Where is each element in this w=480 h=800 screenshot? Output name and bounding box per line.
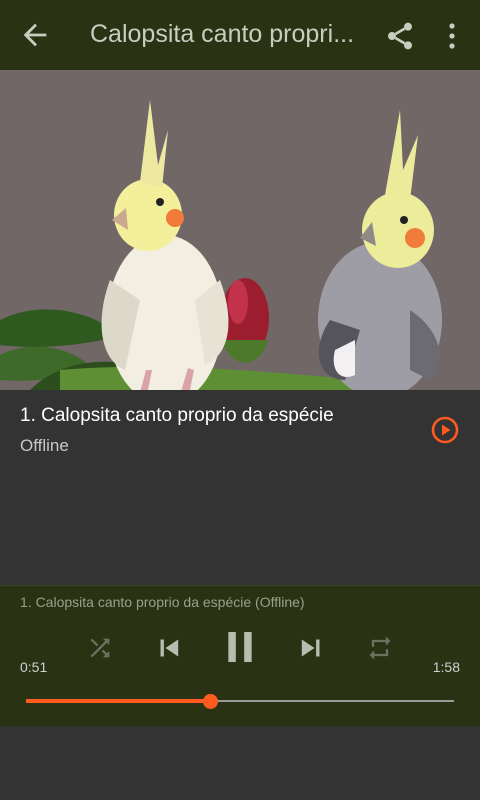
seek-progress: [26, 699, 210, 703]
page-title: Calopsita canto propri...: [90, 20, 355, 48]
seek-thumb[interactable]: [203, 694, 218, 709]
skip-previous-icon[interactable]: [152, 630, 186, 666]
track-title: 1. Calopsita canto proprio da espécie: [20, 405, 334, 426]
player-panel: 1. Calopsita canto proprio da espécie (O…: [0, 585, 480, 726]
pause-icon[interactable]: [220, 627, 260, 667]
skip-next-icon[interactable]: [294, 630, 328, 666]
album-art: [0, 70, 480, 390]
more-vert-icon[interactable]: [440, 20, 464, 52]
app-bar: Calopsita canto propri...: [0, 0, 480, 70]
now-playing-label: 1. Calopsita canto proprio da espécie (O…: [20, 594, 305, 610]
bottom-area: [0, 726, 480, 800]
share-icon[interactable]: [384, 20, 416, 52]
repeat-icon[interactable]: [366, 630, 394, 666]
elapsed-time: 0:51: [20, 659, 48, 675]
arrow-back-icon[interactable]: [18, 18, 52, 52]
album-art-image: [0, 70, 480, 390]
track-status: Offline: [20, 436, 69, 455]
total-time: 1:58: [432, 659, 460, 675]
shuffle-icon[interactable]: [86, 630, 114, 666]
play-circle-icon[interactable]: [430, 415, 460, 445]
track-info: 1. Calopsita canto proprio da espécie Of…: [0, 390, 480, 585]
seek-bar[interactable]: [26, 694, 454, 709]
